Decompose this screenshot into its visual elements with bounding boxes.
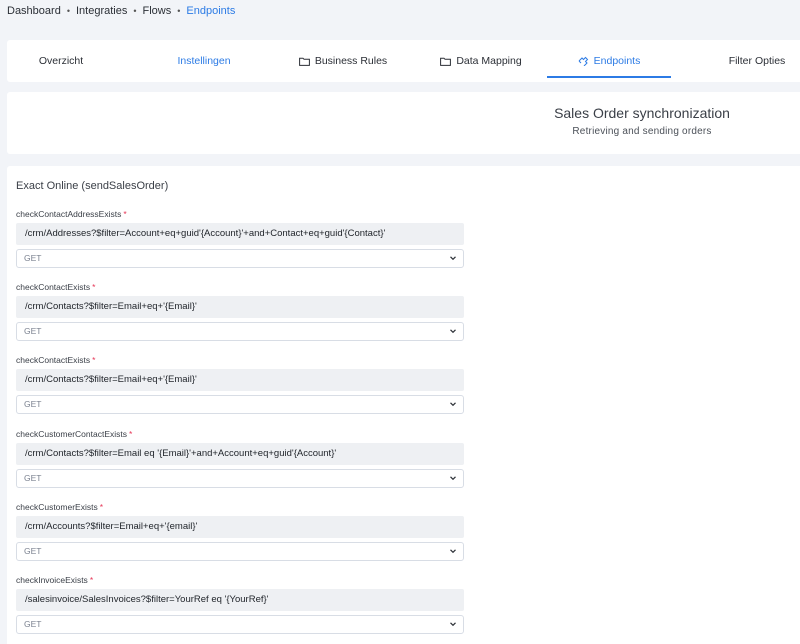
tab-instellingen[interactable]: Instellingen [154,40,254,82]
endpoint-group: checkCustomerContactExists * /crm/Contact… [16,429,464,488]
endpoint-url-field[interactable]: /crm/Contacts?$filter=Email+eq+'{Email}' [16,369,464,391]
endpoint-label: checkInvoiceExists * [16,575,464,586]
method-select[interactable]: GET [16,469,464,488]
tab-filter-opties[interactable]: Filter Opties [713,40,800,82]
endpoint-group: checkCustomerExists * /crm/Accounts?$filt… [16,502,464,561]
endpoint-url-field[interactable]: /crm/Contacts?$filter=Email eq '{Email}'… [16,443,464,465]
tab-label: Endpoints [593,55,641,67]
tab-label: Data Mapping [456,55,522,67]
endpoint-name: checkContactAddressExists [16,209,122,219]
method-value: GET [24,546,42,556]
method-select[interactable]: GET [16,249,464,268]
section-title: Exact Online (sendSalesOrder) [16,180,169,192]
method-select[interactable]: GET [16,615,464,634]
endpoint-group: checkInvoiceExists * /salesinvoice/SalesI… [16,575,464,634]
endpoint-label: checkContactExists * [16,282,464,293]
endpoint-label: checkContactExists * [16,355,464,366]
tab-data-mapping[interactable]: Data Mapping [427,40,535,82]
method-value: GET [24,473,42,483]
method-select[interactable]: GET [16,395,464,414]
required-marker: * [99,502,104,512]
chevron-down-icon [449,400,457,408]
endpoint-url-field[interactable]: /salesinvoice/SalesInvoices?$filter=Your… [16,589,464,611]
endpoints-card: Exact Online (sendSalesOrder) checkConta… [7,166,800,644]
required-marker: * [89,575,94,585]
endpoint-label: checkCustomerContactExists * [16,429,464,440]
endpoint-url-field[interactable]: /crm/Addresses?$filter=Account+eq+guid'{… [16,223,464,245]
endpoint-name: checkCustomerContactExists [16,429,128,439]
tab-endpoints[interactable]: Endpoints [547,40,671,82]
required-marker: * [92,355,96,365]
method-value: GET [24,619,42,629]
endpoint-name: checkContactExists [16,282,91,292]
method-select[interactable]: GET [16,322,464,341]
endpoint-name: checkCustomerExists [16,502,98,512]
endpoint-group: checkContactExists * /crm/Contacts?$filte… [16,282,464,341]
puzzle-icon [578,56,589,66]
breadcrumb-separator: • [133,6,137,16]
endpoint-url-field[interactable]: /crm/Contacts?$filter=Email+eq+'{Email}' [16,296,464,318]
tab-label: Filter Opties [728,55,786,67]
breadcrumb-separator: • [66,6,70,16]
required-marker: * [123,209,127,219]
folder-icon [298,57,310,66]
breadcrumb-dashboard[interactable]: Dashboard [7,5,61,17]
endpoint-url-field[interactable]: /crm/Accounts?$filter=Email+eq+'{email}' [16,516,464,538]
endpoint-name: checkInvoiceExists [16,575,88,585]
flow-title: Sales Order synchronization [554,105,730,121]
method-value: GET [24,326,42,336]
chevron-down-icon [449,547,457,555]
endpoint-name: checkContactExists [16,355,91,365]
endpoint-group: checkContactAddressExists * /crm/Addresse… [16,209,464,268]
required-marker: * [92,282,96,292]
flow-header-card: Sales Order synchronization Retrieving a… [7,92,800,154]
method-select[interactable]: GET [16,542,464,561]
breadcrumb-endpoints: Endpoints [186,5,236,17]
tab-label: Business Rules [314,55,388,67]
breadcrumb-integraties[interactable]: Integraties [76,5,127,17]
breadcrumb-separator: • [177,6,181,16]
endpoint-group: checkContactExists * /crm/Contacts?$filte… [16,355,464,414]
endpoint-label: checkContactAddressExists * [16,209,464,220]
chevron-down-icon [449,327,457,335]
tab-business-rules[interactable]: Business Rules [289,40,397,82]
flow-subtitle: Retrieving and sending orders [572,126,712,137]
tab-label: Instellingen [177,55,231,67]
tab-label: Overzicht [38,55,84,67]
tab-overzicht[interactable]: Overzicht [7,40,115,82]
required-marker: * [129,429,133,439]
tab-bar: Overzicht Instellingen Business Rules Da… [7,40,800,82]
method-value: GET [24,399,42,409]
breadcrumb: Dashboard • Integraties • Flows • Endpoi… [7,3,235,19]
chevron-down-icon [449,254,457,262]
method-value: GET [24,253,42,263]
chevron-down-icon [449,620,457,628]
chevron-down-icon [449,474,457,482]
endpoint-label: checkCustomerExists * [16,502,464,513]
breadcrumb-flows[interactable]: Flows [143,5,172,17]
folder-icon [440,57,452,66]
